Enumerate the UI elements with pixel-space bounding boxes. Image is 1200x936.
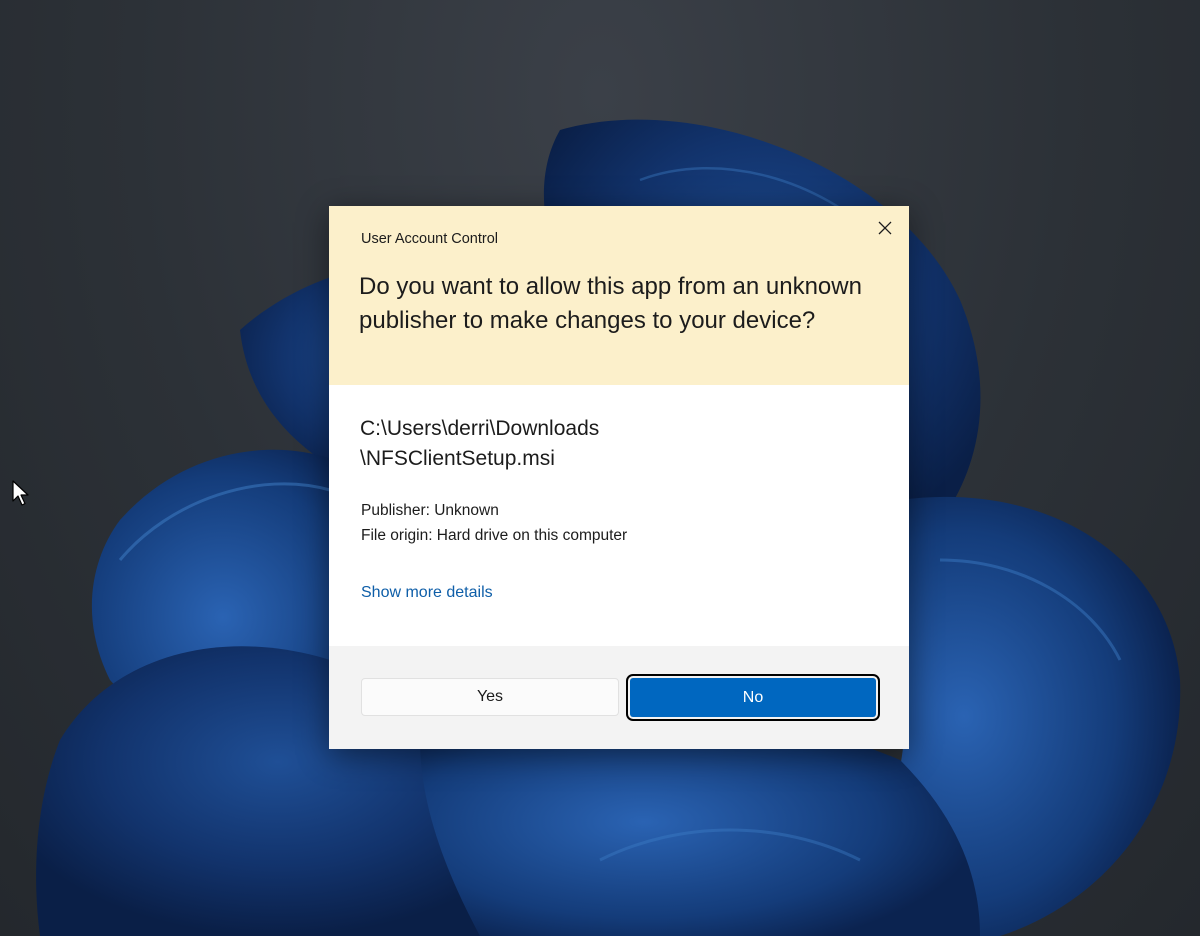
close-button[interactable] [867, 212, 903, 244]
file-path: C:\Users\derri\Downloads \NFSClientSetup… [360, 414, 880, 473]
arrow-cursor-icon [12, 480, 29, 506]
publisher-text: Publisher: Unknown [361, 502, 499, 519]
file-meta: Publisher: Unknown File origin: Hard dri… [361, 499, 627, 548]
no-button[interactable]: No [630, 678, 876, 717]
file-path-line-1: C:\Users\derri\Downloads [360, 417, 600, 440]
dialog-title: User Account Control [361, 231, 499, 247]
no-button-focus-ring: No [626, 674, 880, 721]
dialog-footer: Yes No [329, 646, 909, 749]
file-path-line-2: \NFSClientSetup.msi [360, 446, 555, 470]
uac-dialog: User Account Control Do you want to allo… [329, 206, 909, 749]
yes-button[interactable]: Yes [361, 678, 619, 716]
uac-question: Do you want to allow this app from an un… [359, 273, 862, 334]
show-more-details-link[interactable]: Show more details [361, 584, 493, 602]
close-icon [878, 221, 892, 235]
file-origin-text: File origin: Hard drive on this computer [361, 526, 628, 544]
dialog-header: User Account Control Do you want to allo… [329, 206, 909, 385]
